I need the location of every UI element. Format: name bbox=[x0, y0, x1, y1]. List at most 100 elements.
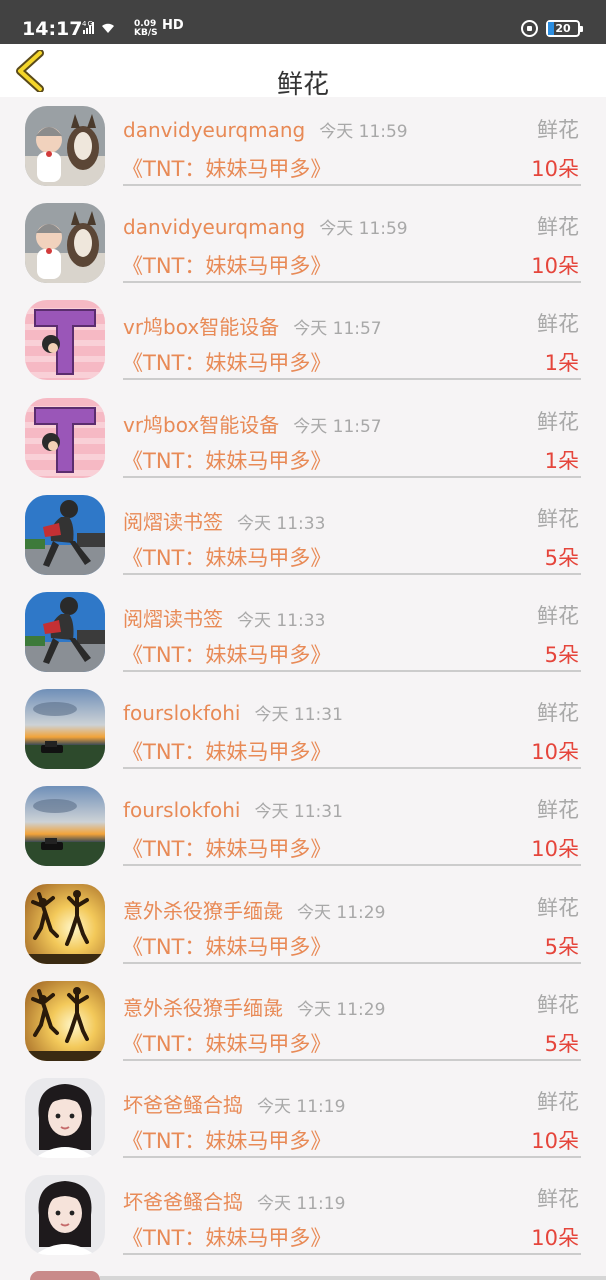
divider bbox=[123, 669, 581, 672]
signal-icon: 4G bbox=[82, 19, 130, 38]
avatar[interactable] bbox=[25, 203, 105, 284]
divider bbox=[123, 961, 581, 964]
flower-count: 5朵 bbox=[544, 1031, 579, 1056]
send-time: 今天 11:31 bbox=[254, 802, 343, 823]
avatar[interactable] bbox=[25, 980, 105, 1061]
divider bbox=[123, 475, 581, 478]
avatar[interactable] bbox=[25, 591, 105, 672]
gift-type: 鲜花 bbox=[537, 312, 579, 337]
flower-count: 5朵 bbox=[544, 934, 579, 959]
flower-count: 10朵 bbox=[531, 837, 579, 862]
gift-type: 鲜花 bbox=[537, 409, 579, 434]
avatar[interactable] bbox=[25, 786, 105, 867]
flower-record-list: danvidyeurqmang 今天 11:59 鲜花 《TNT：妹妹马甲多》 1… bbox=[0, 97, 606, 1263]
gift-type: 鲜花 bbox=[537, 992, 579, 1017]
avatar[interactable] bbox=[25, 1175, 105, 1256]
rotation-lock-icon bbox=[521, 20, 538, 37]
list-item[interactable]: 意外杀役獠手缅彘 今天 11:29 鲜花 《TNT：妹妹马甲多》 5朵 bbox=[0, 875, 606, 972]
send-time: 今天 11:57 bbox=[293, 416, 382, 437]
list-item[interactable]: 坏爸爸鳋合捣 今天 11:19 鲜花 《TNT：妹妹马甲多》 10朵 bbox=[0, 1166, 606, 1263]
sender-name: fourslokfohi 今天 11:31 bbox=[123, 798, 343, 823]
sender-name: 阅熠读书签 今天 11:33 bbox=[123, 606, 326, 631]
book-title[interactable]: 《TNT：妹妹马甲多》 bbox=[122, 347, 331, 377]
divider bbox=[123, 864, 581, 867]
network-speed: 0.09 KB/S bbox=[134, 19, 158, 38]
book-title[interactable]: 《TNT：妹妹马甲多》 bbox=[122, 542, 331, 572]
gift-type: 鲜花 bbox=[537, 118, 579, 142]
divider bbox=[123, 572, 581, 575]
gift-type: 鲜花 bbox=[537, 895, 579, 920]
list-item[interactable]: 阅熠读书签 今天 11:33 鲜花 《TNT：妹妹马甲多》 5朵 bbox=[0, 486, 606, 583]
book-title[interactable]: 《TNT：妹妹马甲多》 bbox=[122, 1125, 331, 1155]
avatar[interactable] bbox=[25, 883, 105, 964]
flower-count: 10朵 bbox=[531, 1128, 579, 1153]
list-item[interactable]: 意外杀役獠手缅彘 今天 11:29 鲜花 《TNT：妹妹马甲多》 5朵 bbox=[0, 972, 606, 1069]
avatar[interactable] bbox=[25, 300, 105, 381]
list-item[interactable]: danvidyeurqmang 今天 11:59 鲜花 《TNT：妹妹马甲多》 1… bbox=[0, 97, 606, 194]
flower-count: 5朵 bbox=[544, 545, 579, 570]
book-title[interactable]: 《TNT：妹妹马甲多》 bbox=[122, 931, 331, 961]
avatar[interactable] bbox=[25, 397, 105, 478]
avatar[interactable] bbox=[25, 1077, 105, 1158]
send-time: 今天 11:29 bbox=[297, 999, 386, 1020]
book-title[interactable]: 《TNT：妹妹马甲多》 bbox=[122, 833, 331, 863]
divider bbox=[123, 184, 581, 186]
send-time: 今天 11:19 bbox=[257, 1194, 346, 1215]
list-item[interactable]: vr鸠box智能设备 今天 11:57 鲜花 《TNT：妹妹马甲多》 1朵 bbox=[0, 291, 606, 388]
flower-count: 1朵 bbox=[544, 448, 579, 473]
battery-icon: 20 bbox=[546, 20, 583, 37]
avatar[interactable] bbox=[25, 106, 105, 186]
book-title[interactable]: 《TNT：妹妹马甲多》 bbox=[122, 1222, 331, 1252]
sender-name: 坏爸爸鳋合捣 今天 11:19 bbox=[123, 1190, 346, 1215]
flower-count: 10朵 bbox=[531, 254, 579, 279]
sender-name: 意外杀役獠手缅彘 今天 11:29 bbox=[123, 995, 386, 1020]
divider bbox=[123, 1058, 581, 1061]
send-time: 今天 11:33 bbox=[237, 610, 326, 631]
status-time: 14:17 bbox=[22, 18, 83, 40]
send-time: 今天 11:57 bbox=[293, 319, 382, 340]
list-item[interactable]: 坏爸爸鳋合捣 今天 11:19 鲜花 《TNT：妹妹马甲多》 10朵 bbox=[0, 1069, 606, 1166]
divider bbox=[123, 281, 581, 284]
sender-name: danvidyeurqmang 今天 11:59 bbox=[123, 215, 408, 240]
list-item[interactable]: fourslokfohi 今天 11:31 鲜花 《TNT：妹妹马甲多》 10朵 bbox=[0, 777, 606, 874]
avatar[interactable] bbox=[25, 689, 105, 770]
status-bar: 14:17 4G 0.09 KB/S HD 20 bbox=[0, 0, 606, 44]
send-time: 今天 11:31 bbox=[254, 705, 343, 726]
book-title[interactable]: 《TNT：妹妹马甲多》 bbox=[122, 1028, 331, 1058]
divider bbox=[123, 1253, 581, 1256]
flower-count: 10朵 bbox=[531, 1226, 579, 1251]
sender-name: fourslokfohi 今天 11:31 bbox=[123, 701, 343, 726]
sender-name: vr鸠box智能设备 今天 11:57 bbox=[123, 412, 382, 437]
list-item[interactable]: fourslokfohi 今天 11:31 鲜花 《TNT：妹妹马甲多》 10朵 bbox=[0, 680, 606, 777]
list-item[interactable]: danvidyeurqmang 今天 11:59 鲜花 《TNT：妹妹马甲多》 1… bbox=[0, 194, 606, 291]
book-title[interactable]: 《TNT：妹妹马甲多》 bbox=[122, 153, 331, 183]
gift-type: 鲜花 bbox=[537, 798, 579, 823]
send-time: 今天 11:29 bbox=[297, 902, 386, 923]
sender-name: vr鸠box智能设备 今天 11:57 bbox=[123, 315, 382, 340]
list-item[interactable]: vr鸠box智能设备 今天 11:57 鲜花 《TNT：妹妹马甲多》 1朵 bbox=[0, 389, 606, 486]
book-title[interactable]: 《TNT：妹妹马甲多》 bbox=[122, 445, 331, 475]
flower-count: 10朵 bbox=[531, 740, 579, 765]
book-title[interactable]: 《TNT：妹妹马甲多》 bbox=[122, 639, 331, 669]
next-list-item bbox=[0, 1271, 606, 1280]
flower-count: 5朵 bbox=[544, 642, 579, 667]
divider bbox=[123, 1155, 581, 1158]
sender-name: 阅熠读书签 今天 11:33 bbox=[123, 509, 326, 534]
send-time: 今天 11:59 bbox=[319, 219, 408, 240]
flower-count: 1朵 bbox=[544, 351, 579, 376]
gift-type: 鲜花 bbox=[537, 506, 579, 531]
sender-name: 意外杀役獠手缅彘 今天 11:29 bbox=[123, 898, 386, 923]
send-time: 今天 11:19 bbox=[257, 1096, 346, 1117]
gift-type: 鲜花 bbox=[537, 1187, 579, 1212]
wifi-icon bbox=[102, 23, 114, 33]
gift-type: 鲜花 bbox=[537, 701, 579, 726]
avatar[interactable] bbox=[25, 494, 105, 575]
book-title[interactable]: 《TNT：妹妹马甲多》 bbox=[122, 250, 331, 280]
list-item[interactable]: 阅熠读书签 今天 11:33 鲜花 《TNT：妹妹马甲多》 5朵 bbox=[0, 583, 606, 680]
sender-name: danvidyeurqmang 今天 11:59 bbox=[123, 118, 408, 142]
gift-type: 鲜花 bbox=[537, 215, 579, 240]
book-title[interactable]: 《TNT：妹妹马甲多》 bbox=[122, 736, 331, 766]
gift-type: 鲜花 bbox=[537, 1089, 579, 1114]
gift-type: 鲜花 bbox=[537, 603, 579, 628]
divider bbox=[123, 378, 581, 381]
